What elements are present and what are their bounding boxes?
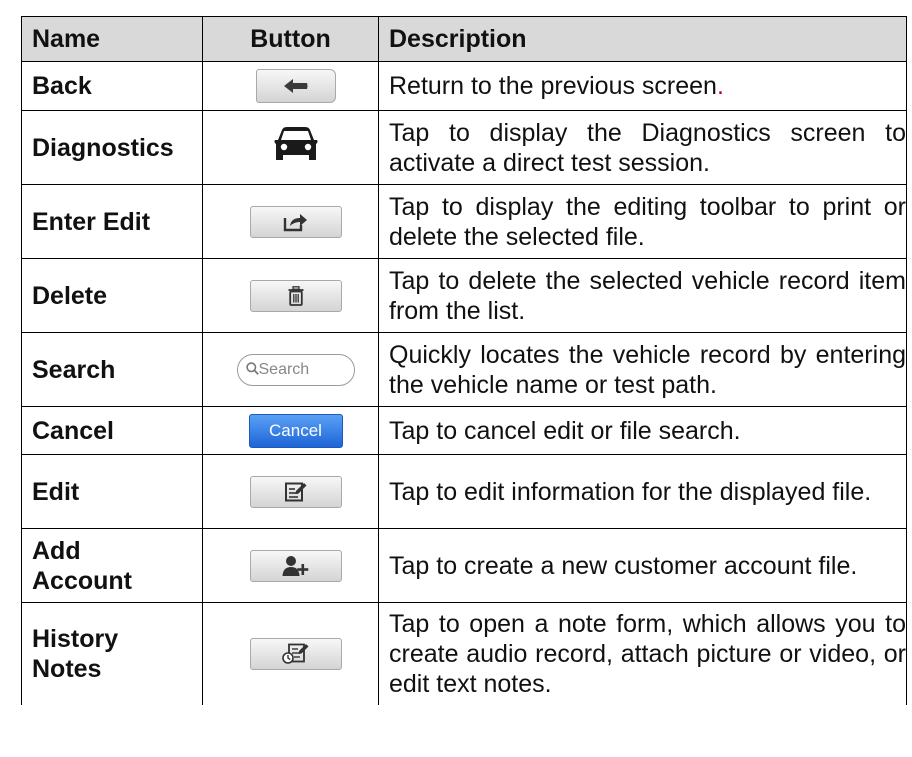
table-row: Delete Tap to delete the selected vehicl… [21,258,907,333]
row-description: Return to the previous screen [389,72,717,100]
row-name: Cancel [21,406,203,455]
header-description: Description [378,16,907,62]
row-description: Quickly locates the vehicle record by en… [378,332,907,407]
header-button: Button [202,16,379,62]
header-name: Name [21,16,203,62]
row-name-line1: Add [32,536,81,565]
table-row: Search Search Quickly locates the vehicl… [21,332,907,407]
row-name-line1: History [32,624,119,653]
table-row: Back Return to the previous screen. [21,61,907,111]
share-arrow-icon [283,213,307,231]
enter-edit-button[interactable] [249,205,342,238]
row-name: Diagnostics [21,110,203,185]
search-input[interactable]: Search [236,353,355,386]
history-notes-button[interactable] [249,637,342,670]
cancel-button[interactable]: Cancel [248,413,343,448]
row-description-end: . [716,72,724,100]
table-row: Enter Edit Tap to display the editing to… [21,184,907,259]
row-name: Search [21,332,203,407]
trash-icon [288,285,303,306]
row-description: Tap to display the editing toolbar to pr… [378,184,907,259]
row-description: Tap to create a new customer account fil… [378,528,907,603]
row-description: Tap to open a note form, which allows yo… [378,602,907,705]
add-account-button[interactable] [249,549,342,582]
row-name: Edit [21,454,203,529]
edit-note-icon [284,482,306,502]
row-name-line2: Notes [32,654,102,683]
row-name: Delete [21,258,203,333]
row-description: Tap to delete the selected vehicle recor… [378,258,907,333]
search-placeholder: Search [258,360,310,378]
row-name-line2: Account [32,566,132,595]
row-description: Tap to cancel edit or file search. [378,406,907,455]
button-reference-table: Name Button Description Back Return to t… [21,16,907,705]
back-button[interactable] [255,69,336,103]
table-row: Diagnostics Tap to display the Diagnosti… [21,110,907,185]
history-notes-icon [281,643,308,664]
table-row: History Notes Tap to open a note form, wh… [21,602,907,705]
table-row: Cancel Cancel Tap to cancel edit or file… [21,406,907,455]
table-header-row: Name Button Description [21,16,907,62]
edit-button[interactable] [249,475,342,508]
car-icon [274,127,317,160]
delete-button[interactable] [249,279,342,312]
row-description: Tap to display the Diagnostics screen to… [378,110,907,185]
add-user-icon [282,555,308,576]
back-arrow-icon [283,79,307,93]
search-icon [245,361,259,375]
table-row: Edit Tap to edit information for the dis… [21,454,907,529]
diagnostics-button[interactable] [273,126,319,169]
row-name: Back [21,61,203,111]
row-description: Tap to edit information for the displaye… [378,454,907,529]
table-row: Add Account Tap to create a new customer … [21,528,907,603]
row-name: Enter Edit [21,184,203,259]
